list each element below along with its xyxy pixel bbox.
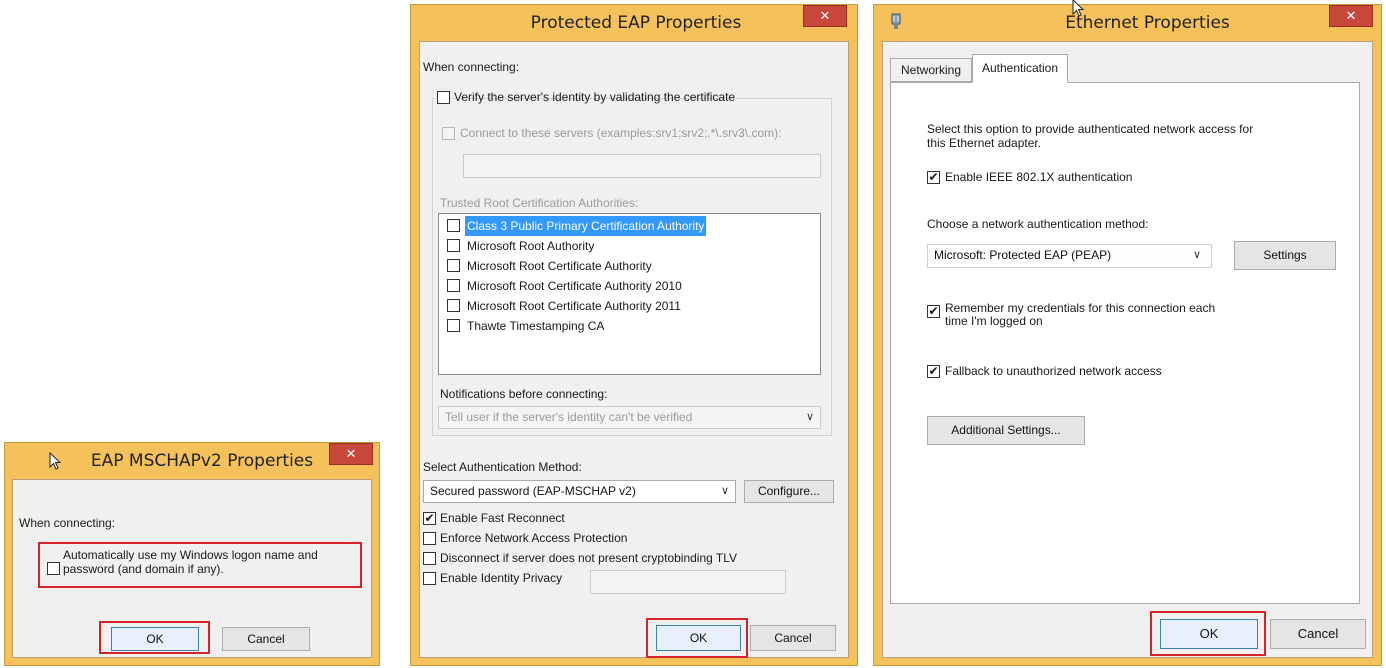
tab-authentication[interactable]: Authentication xyxy=(972,54,1068,83)
enable-8021x-checkbox[interactable]: ✔ xyxy=(927,171,940,184)
ca-item-label[interactable]: Microsoft Root Certificate Authority 201… xyxy=(465,296,683,316)
chevron-down-icon: ∨ xyxy=(805,411,814,423)
ca-item-checkbox[interactable] xyxy=(447,239,460,252)
authentication-tab-panel: Select this option to provide authentica… xyxy=(890,82,1360,604)
ethernet-description-line-1: Select this option to provide authentica… xyxy=(927,122,1254,136)
peap-identity-privacy-checkbox[interactable] xyxy=(423,572,436,585)
mschap-titlebar[interactable]: EAP MSCHAPv2 Properties ✕ xyxy=(5,443,379,479)
peap-dialog: Protected EAP Properties ✕ When connecti… xyxy=(410,4,858,666)
ca-item-checkbox[interactable] xyxy=(447,279,460,292)
chevron-down-icon: ∨ xyxy=(1192,249,1201,261)
peap-ca-list[interactable]: Class 3 Public Primary Certification Aut… xyxy=(438,213,821,375)
ca-item-label[interactable]: Class 3 Public Primary Certification Aut… xyxy=(465,216,707,236)
ca-item-checkbox[interactable] xyxy=(447,219,460,232)
mschap-close-button[interactable]: ✕ xyxy=(329,443,373,465)
mschap-auto-logon-label-2[interactable]: password (and domain if any). xyxy=(63,562,224,576)
peap-connect-servers-checkbox xyxy=(442,127,455,140)
peap-cryptobinding-checkbox[interactable] xyxy=(423,552,436,565)
ca-item-checkbox[interactable] xyxy=(447,319,460,332)
remember-credentials-line-2: time I'm logged on xyxy=(945,314,1043,328)
mschap-ok-button[interactable]: OK xyxy=(111,627,199,651)
peap-titlebar[interactable]: Protected EAP Properties ✕ xyxy=(411,5,857,41)
settings-button[interactable]: Settings xyxy=(1234,241,1336,270)
peap-cryptobinding-label[interactable]: Disconnect if server does not present cr… xyxy=(440,551,737,565)
ethernet-title: Ethernet Properties xyxy=(1065,13,1230,33)
fallback-checkbox[interactable]: ✔ xyxy=(927,365,940,378)
peap-select-method-label: Select Authentication Method: xyxy=(423,460,582,474)
ethernet-method-select[interactable]: Microsoft: Protected EAP (PEAP) ∨ xyxy=(927,244,1212,268)
peap-close-button[interactable]: ✕ xyxy=(803,5,847,27)
mouse-cursor-icon xyxy=(1072,0,1085,17)
peap-client-area: When connecting: Verify the server's ide… xyxy=(419,41,849,658)
mschap-cancel-button[interactable]: Cancel xyxy=(222,627,310,651)
enable-8021x-label[interactable]: Enable IEEE 802.1X authentication xyxy=(945,170,1132,184)
mschap-auto-logon-label-1[interactable]: Automatically use my Windows logon name … xyxy=(63,548,318,562)
peap-notifications-select: Tell user if the server's identity can't… xyxy=(438,406,821,429)
remember-credentials-checkbox[interactable]: ✔ xyxy=(927,305,940,318)
ethernet-titlebar[interactable]: Ethernet Properties ✕ xyxy=(874,0,1381,41)
ethernet-description: Select this option to provide authentica… xyxy=(927,122,1253,150)
mschap-auto-logon-checkbox[interactable] xyxy=(47,562,60,575)
remember-credentials-label[interactable]: Remember my credentials for this connect… xyxy=(945,302,1215,328)
ca-item-checkbox[interactable] xyxy=(447,259,460,272)
ethernet-client-area: Networking Authentication Select this op… xyxy=(882,41,1373,658)
peap-fast-reconnect-label[interactable]: Enable Fast Reconnect xyxy=(440,511,565,525)
mschap-client-area: When connecting: Automatically use my Wi… xyxy=(12,479,372,658)
peap-trusted-root-label: Trusted Root Certification Authorities: xyxy=(440,196,639,210)
peap-nap-label[interactable]: Enforce Network Access Protection xyxy=(440,531,627,545)
peap-verify-row: Verify the server's identity by validati… xyxy=(434,88,735,106)
mschap-dialog: EAP MSCHAPv2 Properties ✕ When connectin… xyxy=(4,442,380,666)
peap-connect-servers-label: Connect to these servers (examples:srv1;… xyxy=(460,126,782,140)
choose-method-label: Choose a network authentication method: xyxy=(927,217,1149,231)
peap-when-connecting-label: When connecting: xyxy=(423,60,520,74)
ethernet-cancel-button[interactable]: Cancel xyxy=(1270,619,1366,649)
tab-networking[interactable]: Networking xyxy=(890,58,972,82)
peap-identity-input xyxy=(590,570,786,594)
ethernet-description-line-2: this Ethernet adapter. xyxy=(927,136,1042,150)
peap-verify-server-label[interactable]: Verify the server's identity by validati… xyxy=(454,90,735,104)
ca-item-label[interactable]: Thawte Timestamping CA xyxy=(465,316,606,336)
ethernet-close-button[interactable]: ✕ xyxy=(1329,5,1373,27)
peap-servers-input xyxy=(463,154,821,178)
chevron-down-icon: ∨ xyxy=(720,485,729,497)
peap-notifications-value: Tell user if the server's identity can't… xyxy=(445,410,693,424)
peap-method-select[interactable]: Secured password (EAP-MSCHAP v2) ∨ xyxy=(423,480,736,503)
ca-item-checkbox[interactable] xyxy=(447,299,460,312)
mschap-when-connecting-label: When connecting: xyxy=(19,516,116,530)
peap-configure-button[interactable]: Configure... xyxy=(744,480,834,503)
peap-nap-checkbox[interactable] xyxy=(423,532,436,545)
mschap-title: EAP MSCHAPv2 Properties xyxy=(90,451,314,471)
peap-ok-button[interactable]: OK xyxy=(656,625,741,651)
peap-method-value: Secured password (EAP-MSCHAP v2) xyxy=(430,484,636,498)
ca-item-label[interactable]: Microsoft Root Certificate Authority xyxy=(465,256,654,276)
peap-cancel-button[interactable]: Cancel xyxy=(750,625,836,651)
peap-verify-server-checkbox[interactable] xyxy=(437,91,450,104)
additional-settings-button[interactable]: Additional Settings... xyxy=(927,416,1085,445)
fallback-label[interactable]: Fallback to unauthorized network access xyxy=(945,364,1162,378)
ethernet-dialog: Ethernet Properties ✕ Networking Authent… xyxy=(873,0,1382,666)
ca-item-label[interactable]: Microsoft Root Certificate Authority 201… xyxy=(465,276,684,296)
ethernet-method-value: Microsoft: Protected EAP (PEAP) xyxy=(934,248,1112,262)
ca-item-label[interactable]: Microsoft Root Authority xyxy=(465,236,596,256)
peap-notifications-label: Notifications before connecting: xyxy=(440,387,608,401)
peap-fast-reconnect-checkbox[interactable]: ✔ xyxy=(423,512,436,525)
peap-identity-privacy-label[interactable]: Enable Identity Privacy xyxy=(440,571,562,585)
peap-title: Protected EAP Properties xyxy=(530,13,742,33)
ethernet-ok-button[interactable]: OK xyxy=(1160,619,1258,649)
